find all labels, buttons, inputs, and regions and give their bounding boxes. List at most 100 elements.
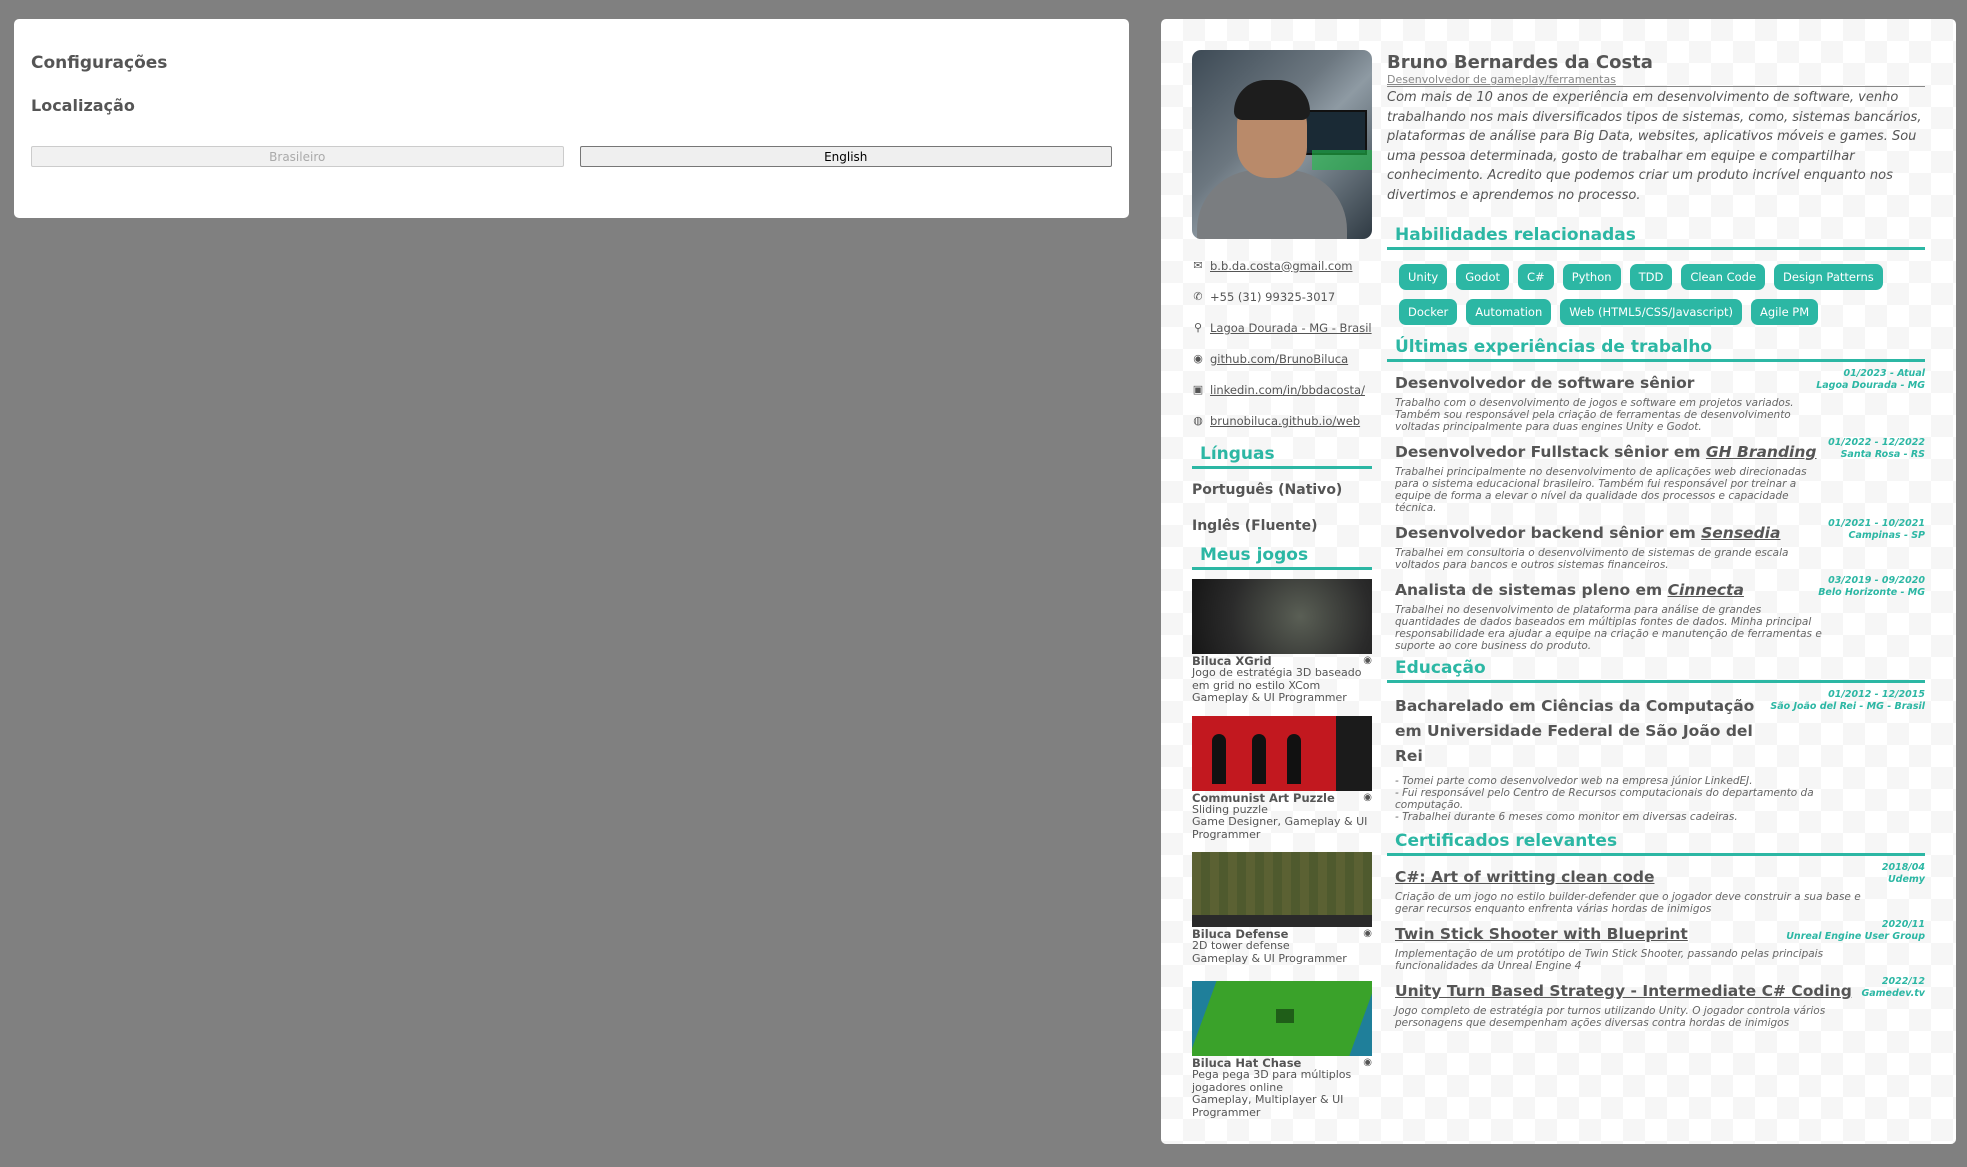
contact-email[interactable]: ✉ b.b.da.costa@gmail.com [1192,250,1372,281]
education-place: São João del Rei - MG - Brasil [1770,701,1925,712]
certificates-title: Certificados relevantes [1387,831,1925,856]
certificate-entry: C#: Art of writting clean code 2018/04 Ud… [1387,862,1925,915]
skill-chip: Unity [1399,264,1448,290]
resume-sidebar: ✉ b.b.da.costa@gmail.com ✆ +55 (31) 9932… [1192,50,1372,1119]
profile-photo [1192,50,1372,239]
job-title: Analista de sistemas pleno em Cinnecta [1395,581,1744,599]
github-icon: ◉ [1193,352,1203,365]
certificate-link[interactable]: Unity Turn Based Strategy - Intermediate… [1395,981,1852,1001]
language-item: Inglês (Fluente) [1192,518,1318,534]
job-meta: 03/2019 - 09/2020 Belo Horizonte - MG [1818,575,1925,599]
skill-chip: Clean Code [1681,264,1766,290]
profile-about: Com mais de 10 anos de experiência em de… [1387,90,1922,203]
language-pt-button[interactable]: Brasileiro [31,146,564,167]
game-thumbnail[interactable] [1192,715,1372,791]
job-meta: 01/2022 - 12/2022 Santa Rosa - RS [1828,437,1925,461]
skills-title: Habilidades relacionadas [1387,225,1925,250]
job-title: Desenvolvedor Fullstack sênior em GH Bra… [1395,443,1817,461]
company-link[interactable]: GH Branding [1706,443,1817,461]
job-entry: Desenvolvedor de software sênior 01/2023… [1387,368,1925,433]
job-title: Desenvolvedor backend sênior em Sensedia [1395,524,1781,542]
game-title[interactable]: Communist Art Puzzle [1192,792,1335,804]
certificate-date: 2022/12 [1881,976,1925,987]
game-thumbnail[interactable] [1192,579,1372,654]
certificate-entry: Unity Turn Based Strategy - Intermediate… [1387,976,1925,1029]
game-card[interactable]: Communist Art Puzzle ◉ Sliding puzzle Gam… [1192,715,1372,842]
company-link[interactable]: Cinnecta [1668,581,1744,599]
job-meta: 01/2023 - Atual Lagoa Dourada - MG [1816,368,1925,392]
language-item: Português (Nativo) [1192,482,1343,498]
certificate-link[interactable]: Twin Stick Shooter with Blueprint [1395,924,1688,944]
certificate-desc: Criação de um jogo no estilo builder-def… [1395,891,1861,915]
job-entry: Analista de sistemas pleno em Cinnecta 0… [1387,575,1925,652]
contact-github[interactable]: ◉ github.com/BrunoBiluca [1192,343,1372,374]
job-place: Belo Horizonte - MG [1818,587,1925,598]
github-icon[interactable]: ◉ [1363,655,1372,667]
contact-email-text[interactable]: b.b.da.costa@gmail.com [1210,259,1352,273]
education-desc: - Tomei parte como desenvolvedor web na … [1395,775,1814,823]
resume-main: Bruno Bernardes da Costa Desenvolvedor d… [1387,53,1925,1029]
settings-panel: Configurações Localização Brasileiro Eng… [14,19,1129,218]
contact-location-text[interactable]: Lagoa Dourada - MG - Brasil [1210,321,1372,335]
contact-website[interactable]: ◍ brunobiluca.github.io/web [1192,405,1372,436]
resume-panel: ✉ b.b.da.costa@gmail.com ✆ +55 (31) 9932… [1161,19,1956,1144]
mail-icon: ✉ [1193,259,1203,272]
job-meta: 01/2021 - 10/2021 Campinas - SP [1828,518,1925,542]
game-card[interactable]: Biluca Defense ◉ 2D tower defense Gamepla… [1192,852,1372,965]
game-desc: Jogo de estratégia 3D baseado em grid no… [1192,666,1362,692]
job-desc: Trabalhei principalmente no desenvolvime… [1395,466,1807,514]
experience-section: Últimas experiências de trabalho Desenvo… [1387,337,1925,652]
education-title: Educação [1387,658,1925,683]
contact-phone: ✆ +55 (31) 99325-3017 [1192,281,1372,312]
skill-chip: Agile PM [1751,299,1819,325]
contact-website-link[interactable]: brunobiluca.github.io/web [1210,414,1360,428]
certificate-link[interactable]: C#: Art of writting clean code [1395,867,1654,887]
certificate-issuer: Gamedev.tv [1861,988,1925,999]
language-en-button[interactable]: English [579,146,1112,167]
contact-location[interactable]: ⚲ Lagoa Dourada - MG - Brasil [1192,312,1372,343]
job-title: Desenvolvedor de software sênior [1395,374,1695,392]
skill-chip: C# [1518,264,1554,290]
certificate-meta: 2018/04 Udemy [1882,862,1925,886]
github-icon[interactable]: ◉ [1363,928,1372,940]
contact-linkedin-link[interactable]: linkedin.com/in/bbdacosta/ [1210,383,1365,397]
experience-title: Últimas experiências de trabalho [1387,337,1925,362]
game-role: Game Designer, Gameplay & UI Programmer [1192,815,1368,841]
certificate-entry: Twin Stick Shooter with Blueprint 2020/1… [1387,919,1925,972]
job-desc: Trabalhei em consultoria o desenvolvimen… [1395,547,1789,571]
job-desc: Trabalho com o desenvolvimento de jogos … [1395,397,1794,433]
certificate-issuer: Udemy [1887,874,1925,885]
job-place: Lagoa Dourada - MG [1816,380,1925,391]
skill-chip: Docker [1399,299,1458,325]
game-thumbnail[interactable] [1192,981,1372,1056]
settings-title: Configurações [31,53,168,73]
game-card[interactable]: Biluca Hat Chase ◉ Pega pega 3D para múlt… [1192,981,1372,1119]
game-card[interactable]: Biluca XGrid ◉ Jogo de estratégia 3D base… [1192,579,1372,705]
education-meta: 01/2012 - 12/2015 São João del Rei - MG -… [1770,689,1925,713]
contact-list: ✉ b.b.da.costa@gmail.com ✆ +55 (31) 9932… [1192,250,1372,436]
contact-linkedin[interactable]: ▣ linkedin.com/in/bbdacosta/ [1192,374,1372,405]
certificate-date: 2020/11 [1881,919,1925,930]
job-place: Campinas - SP [1848,530,1925,541]
certificate-date: 2018/04 [1881,862,1925,873]
game-role: Gameplay & UI Programmer [1192,691,1347,704]
certificate-meta: 2022/12 Gamedev.tv [1861,976,1925,1000]
github-icon[interactable]: ◉ [1363,792,1372,804]
contact-github-link[interactable]: github.com/BrunoBiluca [1210,352,1348,366]
skill-chip: Design Patterns [1774,264,1883,290]
linkedin-icon: ▣ [1192,383,1204,396]
games-title: Meus jogos [1192,545,1372,570]
profile-name: Bruno Bernardes da Costa [1387,52,1653,73]
game-thumbnail[interactable] [1192,852,1372,927]
contact-phone-text: +55 (31) 99325-3017 [1210,289,1336,304]
certificate-desc: Implementação de um protótipo de Twin St… [1395,948,1824,972]
company-link[interactable]: Sensedia [1701,524,1780,542]
education-entry: Bacharelado em Ciências da Computação em… [1387,689,1925,823]
github-icon[interactable]: ◉ [1363,1057,1372,1069]
certificate-meta: 2020/11 Unreal Engine User Group [1786,919,1925,943]
education-section: Educação Bacharelado em Ciências da Comp… [1387,658,1925,823]
game-role: Gameplay, Multiplayer & UI Programmer [1192,1093,1344,1119]
games-section: Meus jogos Biluca XGrid ◉ Jogo de estraté… [1192,545,1372,1119]
certificate-desc: Jogo completo de estratégia por turnos u… [1395,1005,1826,1029]
language-selector: Brasileiro English [31,146,1112,167]
